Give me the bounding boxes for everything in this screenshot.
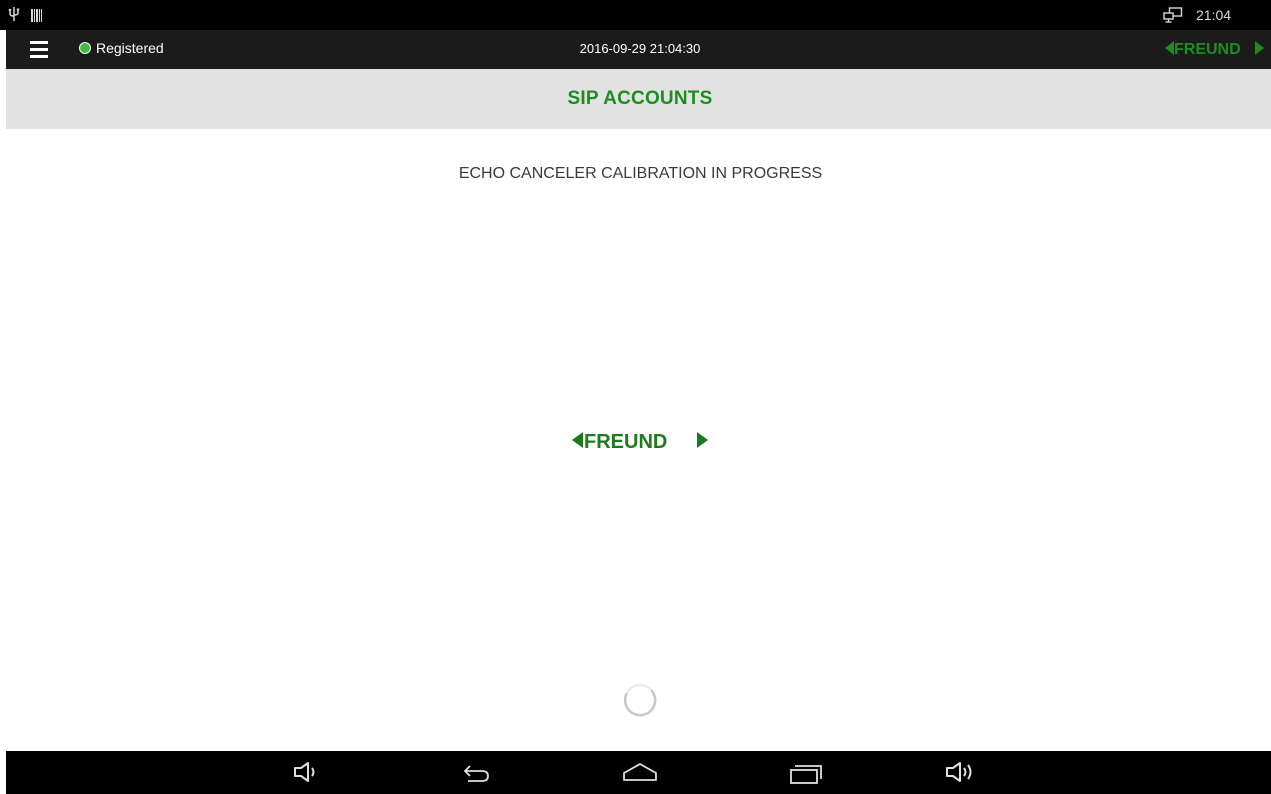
- system-status-bar: 21:04: [0, 0, 1271, 30]
- system-navigation-bar: [6, 751, 1271, 794]
- title-bar: SIP ACCOUNTS: [6, 69, 1271, 129]
- page-title: SIP ACCOUNTS: [567, 88, 713, 109]
- header-datetime: 2016-09-29 21:04:30: [579, 41, 701, 56]
- status-bar-clock: 21:04: [1196, 7, 1232, 23]
- volume-down-icon: [294, 762, 315, 782]
- svg-text:FREUND: FREUND: [584, 431, 667, 452]
- back-button[interactable]: [450, 751, 500, 794]
- volume-up-button[interactable]: [936, 751, 986, 794]
- volume-down-button[interactable]: [284, 751, 334, 794]
- calibration-status-message: ECHO CANCELER CALIBRATION IN PROGRESS: [458, 165, 823, 182]
- loading-spinner-icon: [623, 683, 657, 717]
- recent-apps-icon: [790, 765, 822, 784]
- app-screen: 21:04 Registered 2016-09-29 21:04:30 FRE…: [0, 0, 1271, 794]
- app-header: Registered 2016-09-29 21:04:30 FREUND: [6, 30, 1271, 69]
- home-icon: [623, 763, 657, 781]
- freund-logo-header: FREUND: [1165, 41, 1264, 58]
- back-icon: [463, 765, 489, 782]
- freund-logo-center: FREUND: [572, 431, 708, 452]
- volume-up-icon: [946, 762, 972, 782]
- home-button[interactable]: [615, 751, 665, 794]
- svg-text:FREUND: FREUND: [1174, 41, 1241, 58]
- usb-icon: [8, 7, 20, 21]
- recent-apps-button[interactable]: [780, 751, 830, 794]
- screencast-icon: [1163, 7, 1183, 23]
- barcode-icon: [31, 9, 42, 22]
